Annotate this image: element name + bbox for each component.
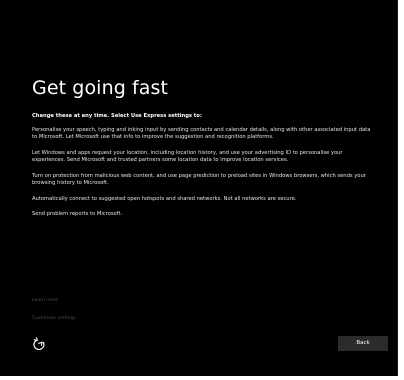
learn-more-link[interactable]: Learn more bbox=[32, 298, 58, 303]
ease-of-access-icon[interactable] bbox=[32, 336, 46, 350]
paragraph-location: Let Windows and apps request your locati… bbox=[32, 149, 343, 164]
page-title: Get going fast bbox=[32, 77, 169, 99]
paragraph-problem-reports: Send problem reports to Microsoft. bbox=[32, 211, 123, 217]
paragraph-web-protection: Turn on protection from malicious web co… bbox=[32, 172, 366, 187]
customise-settings-link[interactable]: Customise settings bbox=[32, 316, 76, 321]
setup-screen: Get going fast Change these at any time.… bbox=[0, 0, 397, 376]
screen-edge-divider bbox=[397, 0, 398, 376]
paragraph-hotspots: Automatically connect to suggested open … bbox=[32, 195, 297, 202]
back-button[interactable]: Back bbox=[338, 336, 388, 351]
settings-description: Change these at any time. Select Use Exp… bbox=[32, 113, 374, 227]
paragraph-speech-typing: Personalise your speech, typing and inki… bbox=[32, 126, 371, 141]
intro-text: Change these at any time. Select Use Exp… bbox=[32, 113, 202, 119]
